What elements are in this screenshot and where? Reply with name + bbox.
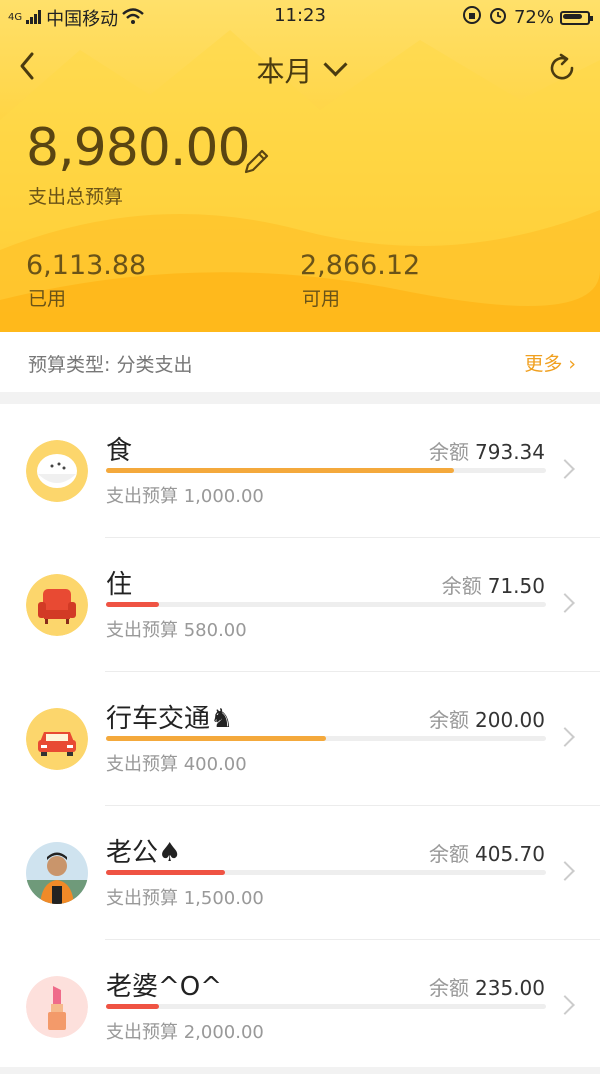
rice-bowl-icon [26, 440, 88, 502]
progress-track [106, 602, 546, 607]
rotation-lock-icon [462, 5, 482, 30]
refresh-icon[interactable] [544, 50, 580, 86]
category-budget: 支出预算 580.00 [106, 620, 247, 641]
progress-fill [106, 468, 454, 473]
category-name: 老婆^O^ [106, 972, 223, 1002]
category-name: 食 [106, 436, 133, 466]
remaining-amount: 余额 200.00 [429, 708, 545, 732]
category-budget: 支出预算 1,000.00 [106, 486, 264, 507]
total-budget-amount: 8,980.00 [26, 118, 251, 178]
category-row[interactable]: 食 余额 793.34 支出预算 1,000.00 [0, 404, 600, 538]
budget-type-label: 预算类型: 分类支出 [28, 354, 193, 376]
category-row[interactable]: 老公♠ 余额 405.70 支出预算 1,500.00 [0, 806, 600, 940]
lipstick-icon [26, 976, 88, 1038]
progress-track [106, 1004, 546, 1009]
battery-icon [560, 10, 593, 25]
navigation-bar: 本月 [0, 44, 600, 92]
armchair-icon [26, 574, 88, 636]
available-amount: 2,866.12 [300, 250, 421, 281]
more-link[interactable]: 更多 › [524, 349, 576, 376]
header-banner: 4G 中国移动 11:23 72% 本月 8,980.00 支出总预算 6,11… [0, 0, 600, 332]
used-label: 已用 [28, 288, 67, 310]
remaining-amount: 余额 405.70 [429, 842, 545, 866]
chevron-right-icon [555, 861, 575, 881]
category-list: 食 余额 793.34 支出预算 1,000.00 住 余额 71.50 支出预算 … [0, 404, 600, 1067]
period-selector[interactable]: 本月 [0, 50, 600, 90]
chevron-right-icon [555, 727, 575, 747]
status-bar: 4G 中国移动 11:23 72% [0, 0, 600, 32]
car-icon [26, 708, 88, 770]
alarm-icon [488, 5, 508, 30]
edit-pencil-icon[interactable] [240, 146, 272, 178]
period-title: 本月 [256, 55, 313, 88]
category-budget: 支出预算 1,500.00 [106, 888, 264, 909]
chevron-right-icon [555, 995, 575, 1015]
progress-fill [106, 1004, 159, 1009]
category-row[interactable]: 行车交通♞ 余额 200.00 支出预算 400.00 [0, 672, 600, 806]
battery-level: 72% [513, 7, 554, 28]
progress-track [106, 468, 546, 473]
avatar-photo-icon [26, 842, 88, 904]
progress-track [106, 870, 546, 875]
chevron-down-icon [322, 52, 348, 77]
remaining-amount: 余额 235.00 [429, 976, 545, 1000]
category-name: 行车交通♞ [106, 704, 234, 734]
used-amount: 6,113.88 [26, 250, 147, 281]
total-budget-label: 支出总预算 [28, 186, 124, 208]
available-label: 可用 [302, 288, 341, 310]
progress-fill [106, 602, 159, 607]
chevron-right-icon [555, 593, 575, 613]
remaining-amount: 余额 793.34 [429, 440, 545, 464]
category-name: 老公♠ [106, 838, 182, 868]
category-row[interactable]: 老婆^O^ 余额 235.00 支出预算 2,000.00 [0, 940, 600, 1074]
chevron-right-icon [555, 459, 575, 479]
category-name: 住 [106, 570, 133, 600]
budget-type-bar: 预算类型: 分类支出 更多 › [0, 332, 600, 392]
progress-fill [106, 870, 225, 875]
category-row[interactable]: 住 余额 71.50 支出预算 580.00 [0, 538, 600, 672]
remaining-amount: 余额 71.50 [441, 574, 545, 598]
category-budget: 支出预算 2,000.00 [106, 1022, 264, 1043]
progress-track [106, 736, 546, 741]
progress-fill [106, 736, 326, 741]
category-budget: 支出预算 400.00 [106, 754, 247, 775]
